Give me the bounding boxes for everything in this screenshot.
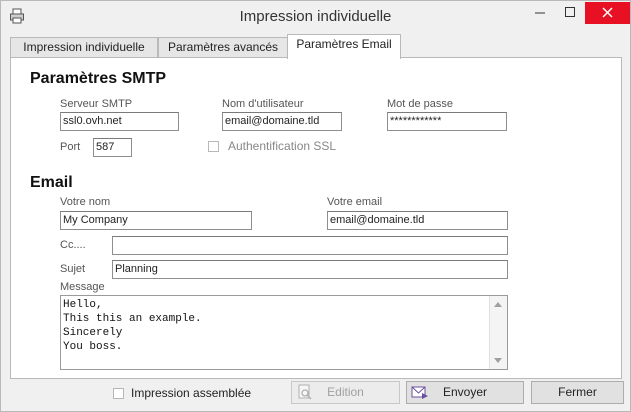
scroll-down-arrow-icon[interactable] <box>494 358 502 363</box>
tab-impression-individuelle[interactable]: Impression individuelle <box>10 37 158 57</box>
close-button-label: Fermer <box>558 385 597 399</box>
cc-input[interactable] <box>112 236 508 255</box>
smtp-server-input[interactable]: ssl0.ovh.net <box>60 112 179 131</box>
username-input[interactable]: email@domaine.tld <box>222 112 342 131</box>
edit-button[interactable]: Edition <box>291 381 400 404</box>
ssl-label: Authentification SSL <box>228 139 337 153</box>
message-textarea[interactable]: Hello, This this an example. Sincerely You … <box>60 295 508 370</box>
smtp-server-label: Serveur SMTP <box>60 98 133 110</box>
title-bar: Impression individuelle <box>1 1 630 31</box>
your-email-input[interactable]: email@domaine.tld <box>327 211 508 230</box>
assembled-print-checkbox[interactable] <box>113 388 124 399</box>
dialog-window: Impression individuelle Impression indiv… <box>0 0 631 412</box>
maximize-icon <box>565 7 575 17</box>
subject-input[interactable]: Planning <box>112 260 508 279</box>
message-line: This this an example. <box>63 313 202 325</box>
assembled-print-label: Impression assemblée <box>131 386 252 400</box>
subject-label: Sujet <box>60 263 86 275</box>
message-line: Hello, <box>63 299 103 311</box>
minimize-button[interactable] <box>525 1 555 23</box>
close-button[interactable] <box>585 2 630 24</box>
email-settings-panel: Paramètres SMTP Serveur SMTP ssl0.ovh.ne… <box>10 57 622 379</box>
send-button-label: Envoyer <box>442 385 488 399</box>
port-label: Port <box>60 141 81 153</box>
message-label: Message <box>60 281 105 293</box>
cc-label: Cc.... <box>60 239 86 251</box>
tab-parametres-avances[interactable]: Paramètres avancés <box>158 37 288 57</box>
message-line: Sincerely <box>63 327 123 339</box>
maximize-button[interactable] <box>555 1 585 23</box>
send-button[interactable]: Envoyer <box>406 381 524 404</box>
minimize-icon <box>535 12 545 14</box>
ssl-checkbox[interactable] <box>208 141 219 152</box>
your-name-input[interactable]: My Company <box>60 211 252 230</box>
close-icon <box>602 7 613 18</box>
smtp-heading: Paramètres SMTP <box>30 70 167 87</box>
email-heading: Email <box>30 174 73 191</box>
message-line: You boss. <box>63 341 123 353</box>
password-input[interactable]: ************ <box>387 112 507 131</box>
password-label: Mot de passe <box>387 98 454 110</box>
edit-button-label: Edition <box>327 385 364 399</box>
port-input[interactable]: 587 <box>93 138 132 157</box>
username-label: Nom d'utilisateur <box>222 98 304 110</box>
your-name-label: Votre nom <box>60 196 111 208</box>
your-email-label: Votre email <box>327 196 383 208</box>
tab-parametres-email[interactable]: Paramètres Email <box>287 34 401 59</box>
message-scrollbar[interactable] <box>489 296 507 369</box>
message-text: Hello, This this an example. Sincerely You … <box>63 298 489 354</box>
scroll-up-arrow-icon[interactable] <box>494 302 502 307</box>
close-dialog-button[interactable]: Fermer <box>531 381 624 404</box>
